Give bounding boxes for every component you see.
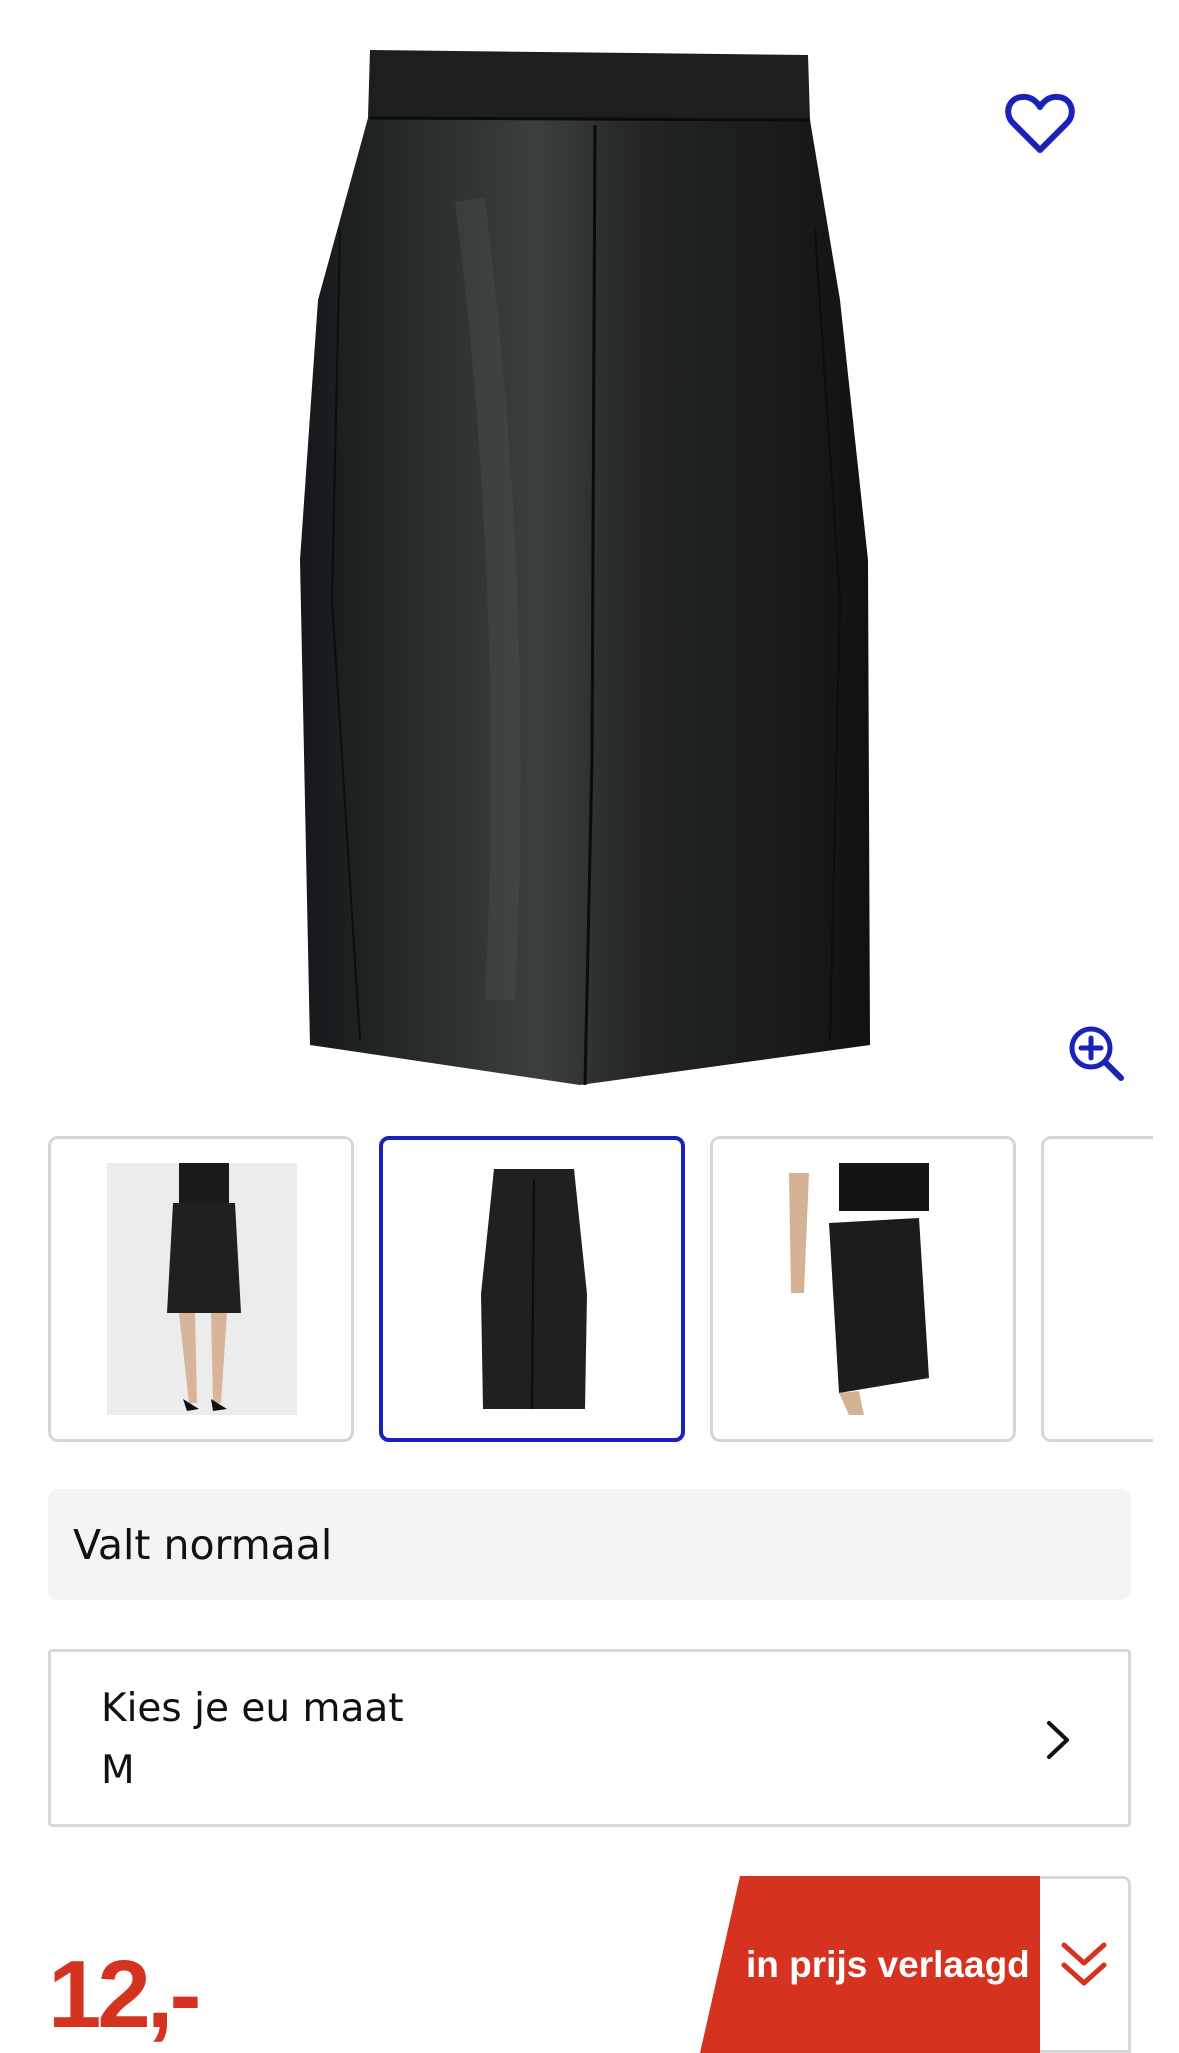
thumbnail-model-side[interactable] <box>710 1136 1016 1442</box>
promo-badge: in prijs verlaagd <box>700 1876 1131 2053</box>
size-picker-value: M <box>101 1748 135 1793</box>
thumbnail-carousel[interactable] <box>48 1136 1153 1442</box>
promo-label: in prijs verlaagd <box>746 1944 1030 1985</box>
skirt-illustration <box>300 50 870 1086</box>
fit-note: Valt normaal <box>48 1489 1131 1600</box>
thumbnail-image <box>769 1163 959 1415</box>
thumbnail-image <box>107 1163 297 1415</box>
zoom-button[interactable] <box>1067 1024 1137 1094</box>
zoom-in-icon <box>1069 1026 1124 1081</box>
size-picker[interactable]: Kies je eu maat M <box>48 1649 1131 1827</box>
fit-note-text: Valt normaal <box>73 1520 333 1569</box>
promo-expand-button[interactable] <box>1040 1876 1131 2053</box>
chevron-right-icon <box>1047 1721 1069 1759</box>
thumbnail-skirt-flat[interactable] <box>379 1136 685 1442</box>
thumbnail-image <box>439 1164 629 1416</box>
thumbnail-partial[interactable] <box>1041 1136 1153 1442</box>
thumbnail-model-front[interactable] <box>48 1136 354 1442</box>
heart-outline-icon <box>1005 93 1075 153</box>
product-page: Valt normaal Kies je eu maat M 12,- in p… <box>0 0 1179 2053</box>
favorite-button[interactable] <box>1005 92 1091 172</box>
thumbnail-image <box>1100 1163 1153 1415</box>
size-picker-label: Kies je eu maat <box>101 1686 404 1731</box>
double-chevron-down-icon <box>1061 1942 1107 1985</box>
product-image[interactable] <box>0 0 1179 1110</box>
price: 12,- <box>48 1941 201 2048</box>
